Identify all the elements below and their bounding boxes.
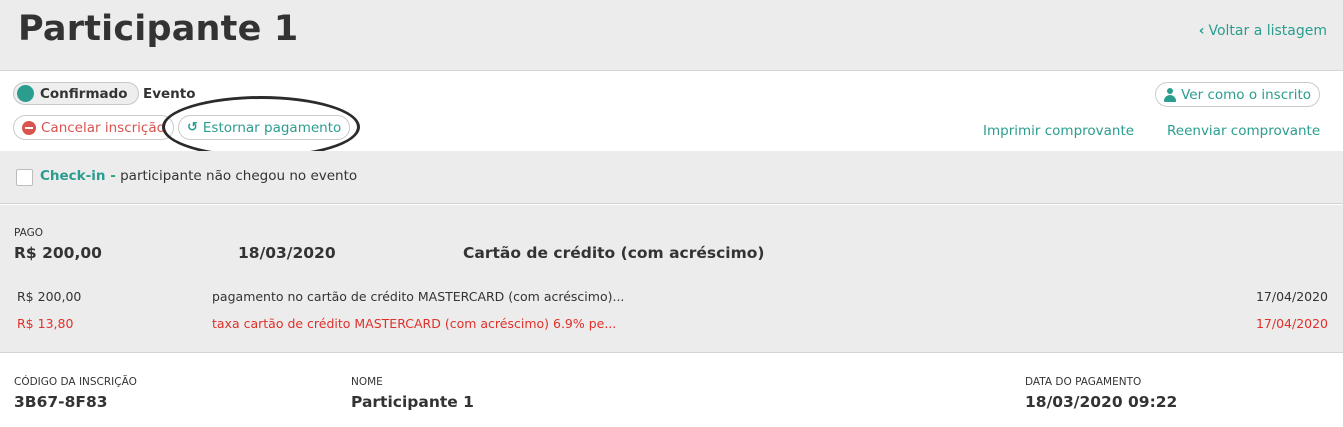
- payment-method: Cartão de crédito (com acréscimo): [463, 244, 765, 262]
- view-button-label: Ver como o inscrito: [1181, 86, 1311, 103]
- payment-status: PAGO: [14, 227, 44, 239]
- checkin-checkbox[interactable]: [16, 169, 33, 186]
- back-to-list-link[interactable]: ‹ Voltar a listagem: [1199, 23, 1327, 39]
- registration-code-value: 3B67-8F83: [14, 393, 108, 411]
- name-label: NOME: [351, 376, 383, 388]
- page-header: Participante 1 ‹ Voltar a listagem: [0, 0, 1343, 71]
- transaction-amount: R$ 200,00: [17, 289, 82, 304]
- refund-payment-button[interactable]: ↺ Estornar pagamento: [178, 115, 351, 140]
- checkin-description: participante não chegou no evento: [120, 168, 358, 184]
- name-value: Participante 1: [351, 393, 474, 411]
- print-receipt-link[interactable]: Imprimir comprovante: [983, 123, 1134, 139]
- undo-icon: ↺: [187, 120, 198, 135]
- no-entry-icon: [22, 120, 36, 135]
- status-dot-icon: [17, 85, 34, 102]
- payment-date: 18/03/2020: [238, 244, 336, 262]
- event-label: Evento: [143, 86, 196, 102]
- view-as-registrant-button[interactable]: Ver como o inscrito: [1155, 82, 1320, 107]
- checkin-title: Check-in -: [40, 168, 116, 184]
- checkin-section: Check-in - participante não chegou no ev…: [0, 151, 1343, 204]
- checkin-text: Check-in - participante não chegou no ev…: [40, 168, 357, 184]
- transaction-amount: R$ 13,80: [17, 316, 74, 331]
- page-title: Participante 1: [18, 9, 299, 49]
- registration-code-label: CÓDIGO DA INSCRIÇÃO: [14, 376, 137, 388]
- refund-button-label: Estornar pagamento: [202, 119, 342, 136]
- payment-amount: R$ 200,00: [14, 244, 102, 262]
- status-toggle[interactable]: Confirmado: [13, 82, 139, 105]
- cancel-button-label: Cancelar inscrição: [41, 119, 165, 136]
- transaction-description: taxa cartão de crédito MASTERCARD (com a…: [212, 316, 617, 331]
- payment-date-label: DATA DO PAGAMENTO: [1025, 376, 1142, 388]
- payment-date-value: 18/03/2020 09:22: [1025, 393, 1178, 411]
- chevron-left-icon: ‹: [1198, 23, 1205, 39]
- transaction-date: 17/04/2020: [1255, 289, 1328, 304]
- status-label: Confirmado: [40, 85, 128, 102]
- transaction-description: pagamento no cartão de crédito MASTERCAR…: [212, 289, 625, 304]
- cancel-registration-button[interactable]: Cancelar inscrição: [13, 115, 174, 140]
- payment-section: PAGO R$ 200,00 18/03/2020 Cartão de créd…: [0, 205, 1343, 353]
- user-icon: [1164, 87, 1177, 102]
- back-link-label: Voltar a listagem: [1208, 23, 1327, 39]
- transaction-date: 17/04/2020: [1255, 316, 1328, 331]
- transaction-row: R$ 13,80 taxa cartão de crédito MASTERCA…: [0, 316, 1343, 336]
- resend-receipt-link[interactable]: Reenviar comprovante: [1167, 123, 1320, 139]
- transaction-row: R$ 200,00 pagamento no cartão de crédito…: [0, 289, 1343, 309]
